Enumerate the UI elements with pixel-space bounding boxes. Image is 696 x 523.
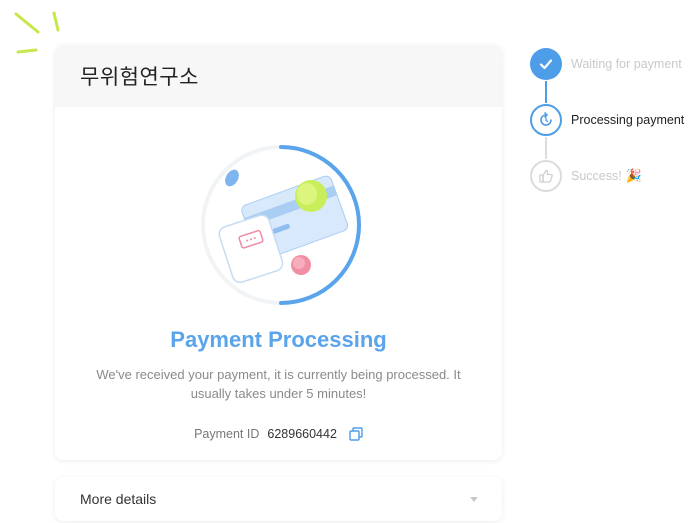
payment-stepper: Waiting for payment Processing payment S… <box>530 47 696 197</box>
status-description: We've received your payment, it is curre… <box>96 367 461 401</box>
merchant-name: 무위험연구소 <box>80 65 199 89</box>
more-details-label: More details <box>80 491 157 507</box>
step-success: Success! 🎉 <box>530 160 642 192</box>
step-label: Waiting for payment <box>571 57 682 71</box>
step-connector <box>545 137 547 159</box>
step-label: Success! <box>571 169 622 183</box>
step-processing-payment: Processing payment <box>530 104 684 136</box>
step-circle <box>530 160 562 192</box>
step-waiting-for-payment: Waiting for payment <box>530 48 682 80</box>
copy-icon[interactable] <box>349 427 363 441</box>
step-connector <box>545 81 547 103</box>
status-title: Payment Processing <box>170 327 387 352</box>
step-circle <box>530 48 562 80</box>
payment-id-value: 6289660442 <box>267 427 337 441</box>
payment-processing-illustration <box>201 145 361 305</box>
chevron-down-icon <box>470 496 478 502</box>
payment-id-row: Payment ID 6289660442 <box>55 427 502 441</box>
thumbs-up-icon <box>539 169 553 183</box>
more-details-toggle[interactable]: More details <box>55 477 502 521</box>
refresh-icon <box>540 112 552 126</box>
step-circle <box>530 104 562 136</box>
step-label: Processing payment <box>571 113 685 127</box>
payment-card: 무위험연구소 Payment Processing We've received… <box>55 45 502 460</box>
card-header: 무위험연구소 <box>55 45 502 107</box>
payment-id-label: Payment ID <box>194 427 260 441</box>
party-popper-icon: 🎉 <box>625 168 642 183</box>
check-icon <box>539 59 553 70</box>
